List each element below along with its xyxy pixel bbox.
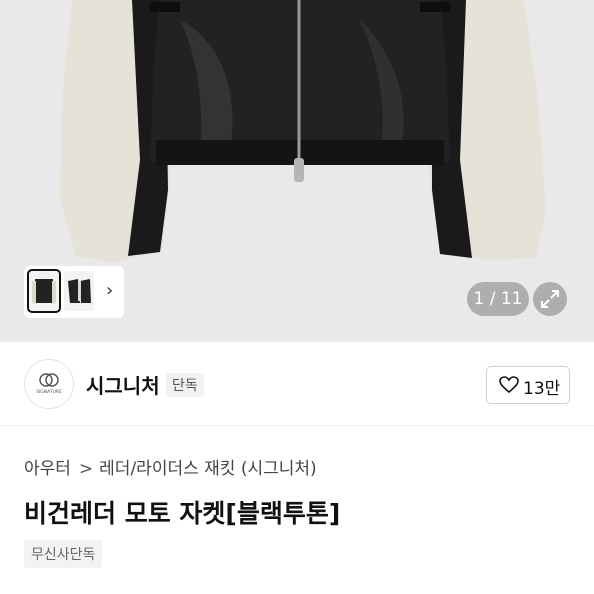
thumbnail-strip: ›: [24, 266, 124, 318]
divider: [0, 425, 594, 426]
product-image-gallery[interactable]: › 1 / 11: [0, 0, 594, 342]
product-tag: 무신사단독: [24, 540, 103, 568]
heart-icon: [499, 376, 519, 394]
brand-name[interactable]: 시그니처: [86, 370, 160, 399]
brand-logo[interactable]: SIGNATURE: [24, 359, 74, 409]
breadcrumb-separator: >: [78, 459, 94, 479]
image-counter: 1 / 11: [467, 282, 529, 316]
thumbnail-front[interactable]: [27, 269, 61, 313]
like-button[interactable]: 13만: [486, 366, 570, 404]
expand-icon[interactable]: [533, 282, 567, 316]
breadcrumb: 아우터 > 레더/라이더스 재킷 (시그니처): [24, 454, 317, 479]
chevron-right-icon[interactable]: ›: [106, 280, 113, 301]
like-count: 13만: [523, 379, 561, 399]
breadcrumb-category[interactable]: 아우터: [24, 459, 71, 479]
exclusive-badge: 단독: [166, 373, 204, 397]
brand-logo-text: SIGNATURE: [36, 389, 62, 395]
thumbnail-side[interactable]: [64, 271, 94, 311]
product-title: 비건레더 모토 자켓[블랙투톤]: [24, 499, 341, 528]
breadcrumb-subcategory[interactable]: 레더/라이더스 재킷 (시그니처): [99, 459, 316, 479]
